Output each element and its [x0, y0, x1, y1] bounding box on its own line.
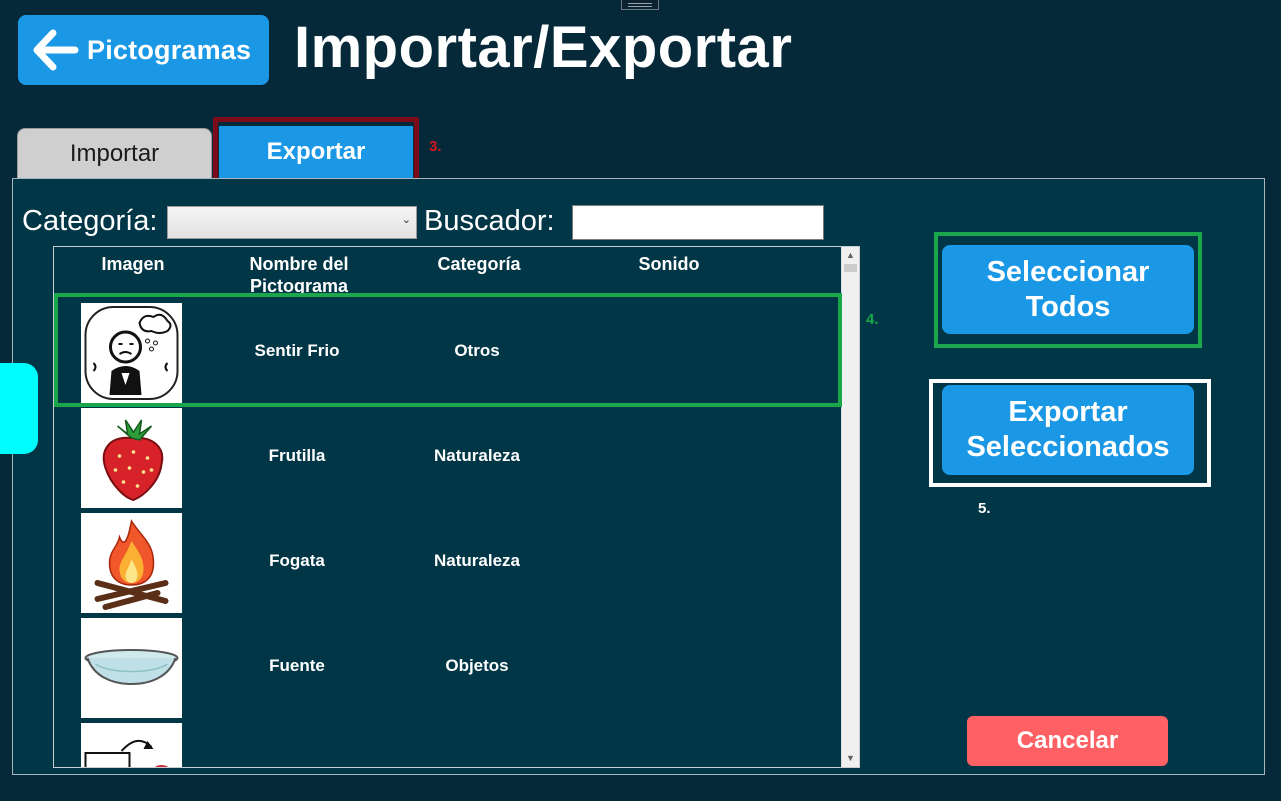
scrollbar-thumb[interactable] [844, 264, 857, 272]
scroll-down-icon[interactable]: ▼ [842, 750, 859, 767]
step-5-marker: 5. [978, 500, 991, 517]
back-button-label: Pictogramas [87, 34, 252, 65]
scroll-up-icon[interactable]: ▲ [842, 247, 859, 264]
side-panel-handle[interactable] [0, 363, 38, 454]
row-category: Naturaleza [434, 551, 520, 570]
column-header-name: Nombre del Pictograma [249, 254, 349, 296]
select-all-button[interactable]: Seleccionar Todos [942, 245, 1194, 334]
table-row[interactable] [54, 721, 843, 767]
row-category: Naturaleza [434, 446, 520, 465]
chevron-down-icon: ⌄ [401, 214, 411, 226]
export-selected-button[interactable]: Exportar Seleccionados [942, 385, 1194, 475]
arrow-left-icon [33, 29, 79, 71]
category-select[interactable]: ⌄ [167, 206, 417, 239]
row-category: Otros [454, 341, 500, 360]
row-category: Objetos [445, 656, 509, 675]
person-cold-icon [81, 303, 182, 403]
tab-import[interactable]: Importar [17, 128, 212, 178]
back-to-pictograms-button[interactable]: Pictogramas [18, 15, 269, 85]
list-header: Imagen Nombre del Pictograma Categoría S… [54, 247, 843, 297]
table-row[interactable]: Frutilla Naturaleza [54, 406, 843, 510]
window-drag-handle[interactable] [621, 0, 659, 10]
campfire-icon [81, 513, 182, 613]
search-input[interactable] [572, 205, 824, 240]
table-row[interactable]: Sentir Frio Otros [54, 301, 843, 405]
page-title: Importar/Exportar [294, 15, 793, 80]
bowl-icon [81, 618, 182, 718]
strawberry-icon [81, 408, 182, 508]
category-label: Categoría: [22, 205, 158, 237]
search-label: Buscador: [424, 205, 555, 237]
column-header-sound: Sonido [638, 254, 700, 274]
partial-icon [81, 723, 182, 767]
cancel-button[interactable]: Cancelar [967, 716, 1168, 766]
step-4-marker: 4. [866, 311, 879, 328]
pictogram-list[interactable]: Imagen Nombre del Pictograma Categoría S… [53, 246, 860, 768]
list-scrollbar[interactable]: ▲ ▼ [841, 247, 859, 767]
step-3-marker: 3. [429, 138, 442, 155]
table-row[interactable]: Fogata Naturaleza [54, 511, 843, 615]
column-header-category: Categoría [437, 254, 521, 274]
tab-export[interactable]: Exportar [219, 126, 413, 178]
column-header-image: Imagen [101, 254, 165, 274]
row-name: Frutilla [268, 446, 326, 465]
row-name: Sentir Frio [254, 341, 340, 360]
row-name: Fogata [269, 551, 325, 570]
row-name: Fuente [269, 656, 325, 675]
table-row[interactable]: Fuente Objetos [54, 616, 843, 720]
